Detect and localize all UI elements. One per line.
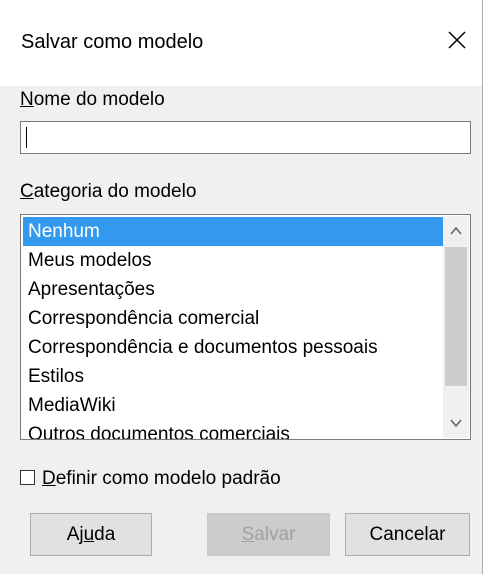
- category-item-mediawiki[interactable]: MediaWiki: [23, 391, 443, 420]
- category-scrollbar[interactable]: [443, 216, 469, 438]
- category-item-apresentacoes[interactable]: Apresentações: [23, 275, 443, 304]
- category-item-outros[interactable]: Outros documentos comerciais: [23, 420, 443, 439]
- default-template-label[interactable]: Definir como modelo padrão: [42, 468, 281, 490]
- save-button[interactable]: Salvar: [207, 513, 330, 556]
- chevron-up-icon[interactable]: [443, 216, 469, 246]
- title-bar: Salvar como modelo: [0, 0, 482, 86]
- dialog-title: Salvar como modelo: [21, 31, 204, 53]
- template-category-label: Categoria do modelo: [20, 181, 197, 202]
- help-button[interactable]: Ajuda: [30, 513, 152, 556]
- default-template-checkbox[interactable]: [20, 470, 35, 485]
- category-item-nenhum[interactable]: Nenhum: [23, 217, 443, 246]
- scrollbar-thumb[interactable]: [445, 247, 467, 386]
- category-item-meus-modelos[interactable]: Meus modelos: [23, 246, 443, 275]
- save-template-dialog: Salvar como modelo Nome do modelo Catego…: [0, 0, 483, 574]
- template-name-label: Nome do modelo: [20, 89, 165, 110]
- template-name-input[interactable]: [20, 121, 471, 154]
- category-item-estilos[interactable]: Estilos: [23, 362, 443, 391]
- category-item-correspondencia-pessoais[interactable]: Correspondência e documentos pessoais: [23, 333, 443, 362]
- text-caret: [26, 127, 27, 148]
- category-listbox[interactable]: Nenhum Meus modelos Apresentações Corres…: [20, 214, 471, 440]
- chevron-down-icon[interactable]: [443, 408, 469, 438]
- close-icon[interactable]: [447, 30, 467, 50]
- category-list: Nenhum Meus modelos Apresentações Corres…: [23, 217, 443, 439]
- cancel-button[interactable]: Cancelar: [345, 513, 470, 556]
- category-item-correspondencia-comercial[interactable]: Correspondência comercial: [23, 304, 443, 333]
